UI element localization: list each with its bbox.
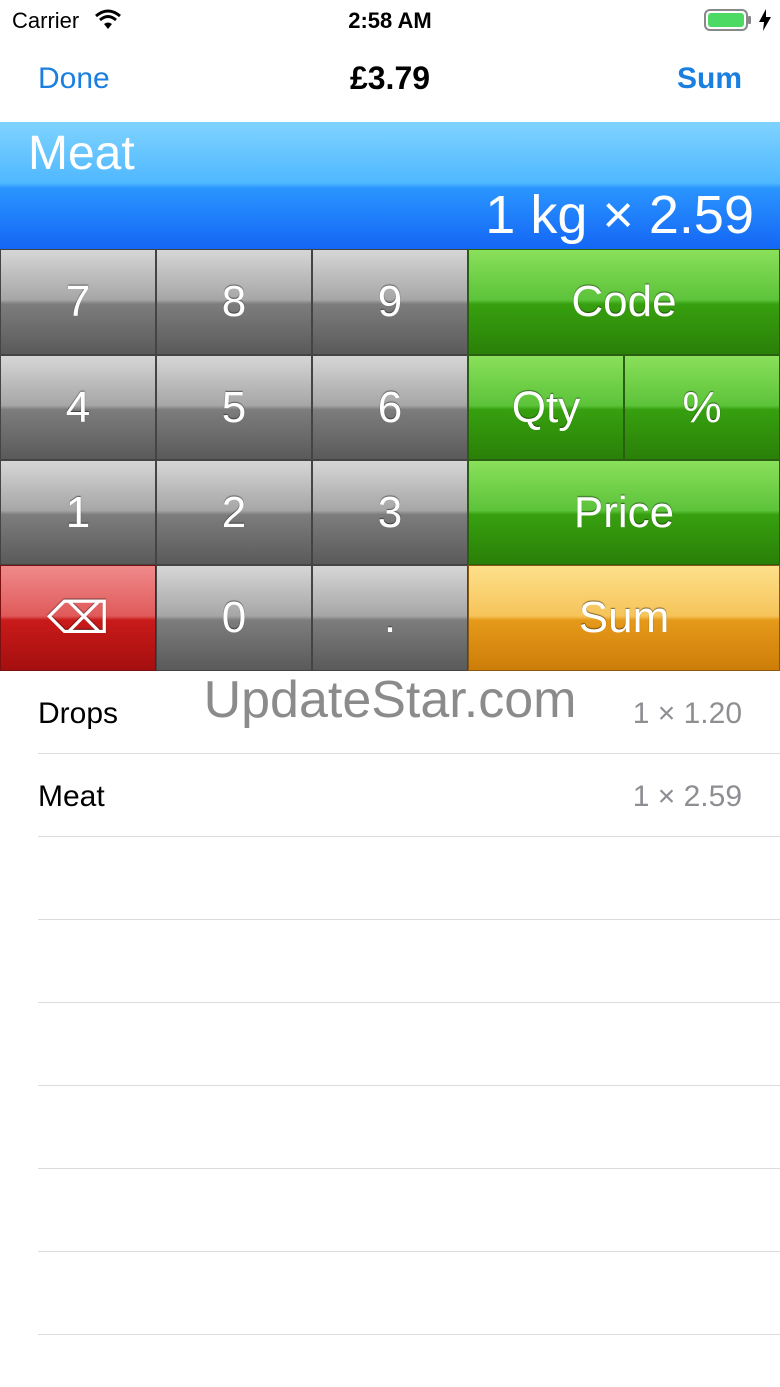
- key-7[interactable]: 7: [0, 249, 156, 355]
- backspace-icon: ⌫: [46, 593, 110, 643]
- key-2[interactable]: 2: [156, 460, 312, 565]
- empty-row: [0, 1252, 780, 1335]
- empty-row: [0, 1086, 780, 1169]
- current-expression: 1 kg × 2.59: [485, 185, 754, 245]
- keypad: 7 8 9 Code 4 5 6 Qty % 1 2 3 Price ⌫ 0 .…: [0, 249, 780, 671]
- navigation-bar: Done £3.79 Sum: [0, 40, 780, 123]
- key-8[interactable]: 8: [156, 249, 312, 355]
- list-item[interactable]: Meat 1 × 2.59: [0, 754, 780, 837]
- empty-row: [0, 920, 780, 1003]
- percent-button[interactable]: %: [624, 355, 780, 460]
- clock: 2:58 AM: [348, 8, 432, 33]
- code-button[interactable]: Code: [468, 249, 780, 355]
- key-6[interactable]: 6: [312, 355, 468, 460]
- current-item-name: Meat: [28, 127, 135, 180]
- empty-row: [0, 837, 780, 920]
- key-1[interactable]: 1: [0, 460, 156, 565]
- watermark: UpdateStar.com: [203, 671, 577, 729]
- empty-row: [0, 1003, 780, 1086]
- item-quantity: 1 × 2.59: [632, 780, 742, 813]
- key-4[interactable]: 4: [0, 355, 156, 460]
- backspace-button[interactable]: ⌫: [0, 565, 156, 671]
- key-decimal[interactable]: .: [312, 565, 468, 671]
- key-9[interactable]: 9: [312, 249, 468, 355]
- item-name: Meat: [38, 780, 105, 813]
- key-0[interactable]: 0: [156, 565, 312, 671]
- status-bar: Carrier 2:58 AM: [0, 0, 780, 40]
- empty-row: [0, 1169, 780, 1252]
- sum-button[interactable]: Sum: [468, 565, 780, 671]
- total-title: £3.79: [349, 60, 431, 96]
- qty-button[interactable]: Qty: [468, 355, 624, 460]
- row-divider: [38, 1334, 780, 1335]
- key-3[interactable]: 3: [312, 460, 468, 565]
- battery-icon: [704, 8, 752, 37]
- charging-icon: [758, 8, 772, 37]
- sum-nav-button[interactable]: Sum: [677, 62, 742, 96]
- calculator-display: Meat 1 kg × 2.59: [0, 122, 780, 249]
- price-button[interactable]: Price: [468, 460, 780, 565]
- key-5[interactable]: 5: [156, 355, 312, 460]
